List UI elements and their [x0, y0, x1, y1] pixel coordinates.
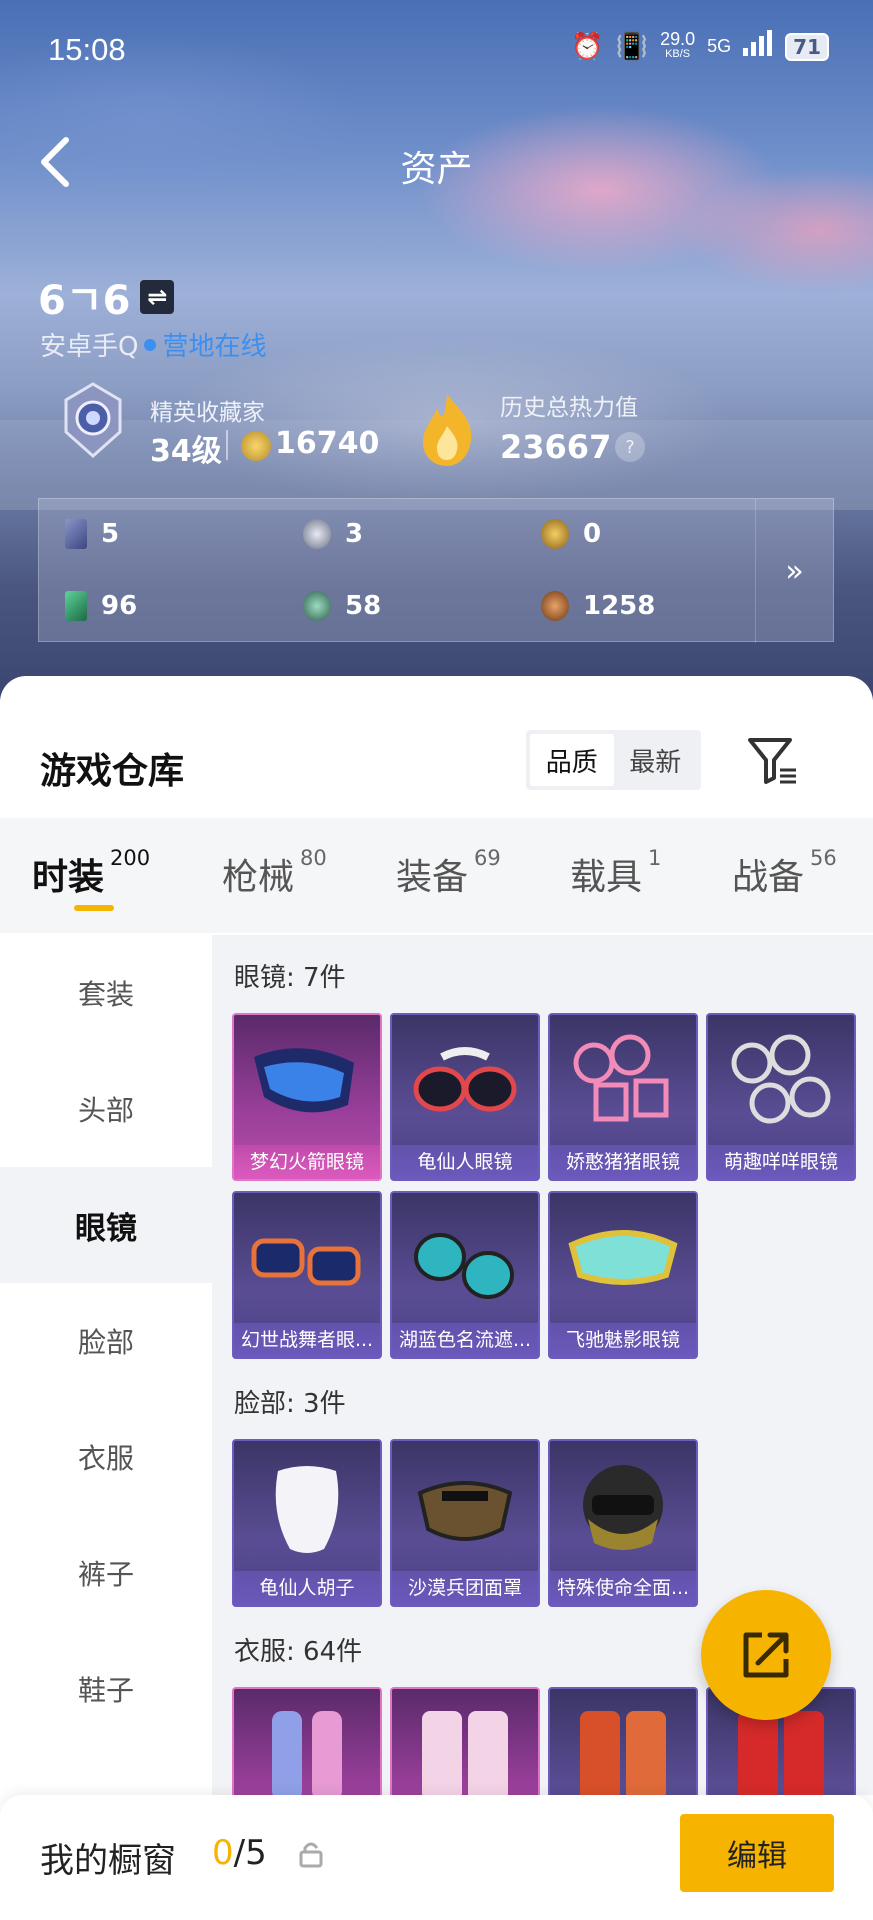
lock-icon: [298, 1840, 324, 1868]
bronze-coin-icon: [541, 591, 569, 621]
flame-icon: [415, 390, 479, 470]
heat-title: 历史总热力值: [500, 395, 638, 421]
collector-points-icon: [241, 431, 271, 461]
page-title: 资产: [400, 149, 473, 190]
tab-fashion[interactable]: 时装 200: [32, 846, 150, 900]
mask-icon: [417, 1481, 513, 1541]
aviator-glasses-icon: [414, 1233, 514, 1299]
sunglasses-icon: [413, 1047, 517, 1112]
sort-newest[interactable]: 最新: [614, 734, 698, 786]
collector-badge-icon[interactable]: [58, 380, 128, 460]
round-glasses-icon: [731, 1034, 831, 1124]
currency-item: 5: [65, 519, 119, 549]
alarm-icon: ⏰: [571, 31, 604, 62]
subnav-item-outfit[interactable]: 套装: [0, 935, 212, 1051]
online-status: 营地在线: [162, 332, 267, 362]
vibrate-icon: 📳: [615, 31, 649, 62]
section-title-clothes: 衣服: 64件: [234, 1637, 363, 1667]
beard-icon: [275, 1466, 339, 1553]
collector-points: 16740: [275, 426, 380, 461]
player-subtitle: 安卓手Q 营地在线: [40, 326, 266, 363]
help-icon[interactable]: ?: [615, 432, 645, 462]
showcase-count: 0/5: [212, 1833, 267, 1873]
tab-vehicles[interactable]: 载具 1: [570, 846, 661, 900]
green-ticket-icon: [65, 591, 87, 621]
full-helmet-icon: [583, 1465, 663, 1550]
currency-item: 0: [541, 519, 601, 549]
gold-coin-icon: [541, 519, 569, 549]
item-card[interactable]: [390, 1687, 540, 1795]
bodysuit-icon: [272, 1711, 342, 1795]
network-speed: 29.0 KB/S: [660, 28, 696, 60]
item-card[interactable]: 飞驰魅影眼镜: [548, 1191, 698, 1359]
section-title-glasses: 眼镜: 7件: [234, 963, 346, 993]
item-card[interactable]: 沙漠兵团面罩: [390, 1439, 540, 1607]
status-time: 15:08: [48, 32, 126, 67]
racing-visor-icon: [568, 1230, 678, 1285]
item-card[interactable]: 萌趣咩咩眼镜: [706, 1013, 856, 1181]
item-card[interactable]: 特殊使命全面...: [548, 1439, 698, 1607]
currency-item: 96: [65, 591, 137, 621]
active-tab-indicator: [74, 905, 114, 911]
item-card[interactable]: [548, 1687, 698, 1795]
platform-label: 安卓手Q: [40, 332, 139, 362]
online-dot-icon: [144, 338, 157, 351]
subnav-item-pants[interactable]: 裤子: [0, 1515, 212, 1631]
subcategory-nav: 套装 头部 眼镜 脸部 衣服 裤子 鞋子: [0, 935, 212, 1795]
showcase-label: 我的橱窗: [40, 1841, 176, 1881]
subnav-item-glasses[interactable]: 眼镜: [0, 1167, 212, 1283]
tab-equipment[interactable]: 装备 69: [396, 846, 501, 900]
subnav-item-head[interactable]: 头部: [0, 1051, 212, 1167]
item-card[interactable]: 湖蓝色名流遮...: [390, 1191, 540, 1359]
sort-toggle: 品质 最新: [526, 730, 701, 790]
currency-item: 1258: [541, 591, 655, 621]
collector-title: 精英收藏家: [150, 400, 265, 426]
item-card[interactable]: 龟仙人眼镜: [390, 1013, 540, 1181]
share-icon: [743, 1632, 789, 1678]
divider: [226, 430, 228, 460]
edit-button[interactable]: 编辑: [680, 1814, 834, 1892]
signal-icon: [743, 30, 773, 63]
item-card[interactable]: 幻世战舞者眼...: [232, 1191, 382, 1359]
section-title-face: 脸部: 3件: [234, 1389, 346, 1419]
filter-icon[interactable]: [744, 732, 800, 788]
warehouse-title: 游戏仓库: [40, 751, 185, 792]
visor-glasses-icon: [254, 1048, 354, 1113]
player-name: 6ㄱ6 ⇌: [38, 268, 175, 326]
item-card[interactable]: 娇憨猪猪眼镜: [548, 1013, 698, 1181]
subnav-item-face[interactable]: 脸部: [0, 1283, 212, 1399]
heat-value: 23667: [500, 428, 612, 466]
tab-guns[interactable]: 枪械 80: [222, 846, 327, 900]
currency-item: 58: [303, 591, 381, 621]
status-icons: ⏰ 📳 29.0 KB/S 5G 71: [571, 30, 829, 63]
tab-supplies[interactable]: 战备 56: [732, 846, 837, 900]
player-name-text: 6ㄱ6: [38, 278, 131, 324]
sport-glasses-icon: [251, 1238, 361, 1286]
network-type: 5G: [707, 36, 732, 56]
silver-coin-icon: [303, 519, 331, 549]
currency-item: 3: [303, 519, 363, 549]
outfit-icon: [422, 1711, 508, 1795]
switch-account-icon[interactable]: ⇌: [140, 280, 175, 314]
item-card[interactable]: 龟仙人胡子: [232, 1439, 382, 1607]
subnav-item-clothes[interactable]: 衣服: [0, 1399, 212, 1515]
currency-panel[interactable]: 5 3 0 96 58 1258 »: [38, 498, 834, 643]
battery-indicator: 71: [785, 32, 829, 61]
subnav-item-shoes[interactable]: 鞋子: [0, 1631, 212, 1747]
sort-quality[interactable]: 品质: [530, 734, 614, 786]
share-button[interactable]: [701, 1590, 831, 1720]
card-icon: [65, 519, 87, 549]
item-card[interactable]: 梦幻火箭眼镜: [232, 1013, 382, 1181]
armor-outfit-icon: [580, 1711, 666, 1795]
pink-glasses-icon: [573, 1034, 669, 1122]
item-card[interactable]: [232, 1687, 382, 1795]
currency-more-button[interactable]: »: [755, 499, 833, 643]
emerald-coin-icon: [303, 591, 331, 621]
collector-level: 34级: [150, 434, 222, 469]
